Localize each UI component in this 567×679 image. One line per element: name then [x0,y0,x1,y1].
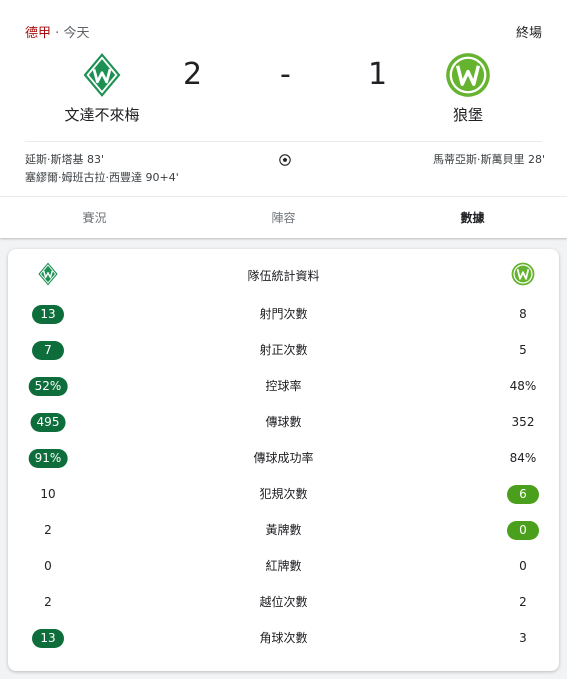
stat-row-corners: 13 角球次數 3 [8,625,559,651]
stat-row-offsides: 2 越位次數 2 [8,589,559,615]
stat-label: 黃牌數 [265,523,302,537]
away-stat-value: 6 [507,485,539,504]
league-info: 德甲 · 今天 [25,22,89,41]
match-status: 終場 [515,26,542,41]
stat-label: 角球次數 [259,631,308,645]
stats-title: 隊伍統計資料 [247,269,320,283]
home-team-name: 文達不來梅 [64,106,140,124]
away-scorer: 馬蒂亞斯·斯萬貝里 28' [432,153,545,166]
tab-match-summary[interactable]: 賽況 [0,197,189,239]
stat-row-pass-accuracy: 91% 傳球成功率 84% [8,445,559,471]
away-stat-value: 352 [511,415,535,429]
away-stat-value: 48% [509,379,537,393]
tab-stats[interactable]: 數據 [378,197,567,239]
team-stats-card: 隊伍統計資料 13 射門次數 8 7 射正次數 5 52% 控球率 48% 49… [8,249,559,671]
stat-label: 越位次數 [259,595,308,609]
away-stat-value: 8 [519,307,527,321]
home-scorers: 延斯·斯塔基 83' 塞繆爾·姆班古拉·西豐達 90+4' [25,151,179,187]
match-header-card: 德甲 · 今天 終場 文達不來梅 2 - 1 狼堡 延斯·斯塔基 83' 塞繆爾… [0,0,567,238]
stat-row-possession: 52% 控球率 48% [8,373,559,399]
werder-bremen-logo-icon [83,53,121,97]
home-team[interactable]: 文達不來梅 [42,52,162,125]
away-stat-value: 3 [519,631,527,645]
stat-label: 犯規次數 [259,487,308,501]
separator: · [55,26,60,41]
match-date: 今天 [63,26,90,41]
stat-label: 傳球成功率 [253,451,314,465]
stat-row-red-cards: 0 紅牌數 0 [8,553,559,579]
stat-row-shots-on-target: 7 射正次數 5 [8,337,559,363]
stat-row-yellow-cards: 2 黃牌數 0 [8,517,559,543]
stat-label: 射正次數 [259,343,308,357]
away-stat-value: 0 [519,559,527,573]
stat-row-shots: 13 射門次數 8 [8,301,559,327]
vfl-wolfsburg-logo-icon [511,262,535,286]
vfl-wolfsburg-logo-icon [446,53,490,97]
divider [25,141,542,142]
home-scorer: 塞繆爾·姆班古拉·西豐達 90+4' [25,171,179,184]
away-scorers: 馬蒂亞斯·斯萬貝里 28' [433,151,545,169]
league-name[interactable]: 德甲 [25,26,51,41]
away-team-name: 狼堡 [452,106,483,124]
away-stat-value: 2 [519,595,527,609]
home-scorer: 延斯·斯塔基 83' [25,153,105,166]
soccer-ball-icon [279,154,291,166]
tab-lineups[interactable]: 陣容 [189,197,378,239]
stat-row-fouls: 10 犯規次數 6 [8,481,559,507]
away-stat-value: 84% [509,451,537,465]
home-score: 2 [183,57,203,92]
stat-label: 紅牌數 [265,559,302,573]
stat-label: 射門次數 [259,307,308,321]
away-stat-value: 5 [519,343,527,357]
away-score: 1 [368,57,388,92]
stat-label: 控球率 [265,379,302,393]
stats-header: 隊伍統計資料 [8,261,559,289]
match-tabs: 賽況 陣容 數據 [0,196,567,239]
away-stat-value: 0 [507,521,539,540]
away-team[interactable]: 狼堡 [408,52,528,125]
score-separator: - [280,57,291,92]
stat-label: 傳球數 [265,415,302,429]
stat-row-passes: 495 傳球數 352 [8,409,559,435]
